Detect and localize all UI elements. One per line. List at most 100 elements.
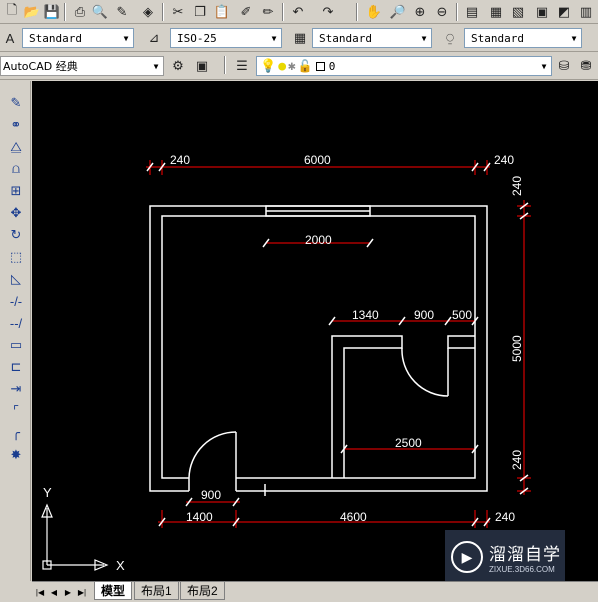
preview-icon[interactable]: 🔍 — [90, 2, 110, 22]
stretch-icon[interactable]: ◺ — [6, 269, 26, 289]
dim-text-900-door: 900 — [201, 488, 221, 502]
autocad-window: 🗋 📂 💾 ⎙ 🔍 ✎ ◈ ✂ ❐ 📋 ✐ ✏ ↶ ↷ ✋ 🔎 ⊕ ⊖ ▤ ▦ … — [0, 0, 598, 602]
layer-color-swatch[interactable] — [315, 61, 325, 71]
dim-text-6000: 6000 — [304, 153, 331, 167]
tab-layout1[interactable]: 布局1 — [134, 582, 179, 600]
tab-model[interactable]: 模型 — [94, 582, 133, 600]
dim-style-icon[interactable]: ⊿ — [144, 28, 164, 48]
dim-text-240-right-top: 240 — [510, 176, 524, 196]
paste-icon[interactable]: 📋 — [212, 2, 232, 22]
door-swing-arc — [188, 431, 237, 479]
trim-icon[interactable]: -/- — [6, 291, 26, 311]
separator — [282, 3, 284, 21]
multileader-style-select[interactable]: Standard ▼ — [464, 28, 582, 48]
inner-room-wall — [331, 335, 403, 478]
matchprop-icon[interactable]: ✐ — [236, 2, 256, 22]
join-icon[interactable]: ⇥ — [6, 379, 26, 399]
lock-icon[interactable]: 🔓 — [298, 59, 313, 73]
next-tab-icon[interactable]: ▶ — [62, 585, 74, 599]
copy-object-icon[interactable]: ⚭ — [6, 115, 26, 135]
zoom-window-icon[interactable]: ⊕ — [410, 2, 430, 22]
workspace-settings-icon[interactable]: ⚙ — [168, 56, 188, 76]
layer-select[interactable]: 💡 ● ✱ 🔓 0 ▼ — [256, 56, 552, 76]
scale-icon[interactable]: ⬚ — [6, 247, 26, 267]
separator — [456, 3, 458, 21]
plot-icon[interactable]: ⎙ — [70, 2, 90, 22]
prev-tab-icon[interactable]: ◀ — [48, 585, 60, 599]
first-tab-icon[interactable]: |◀ — [34, 585, 46, 599]
mirror-icon[interactable]: ⧋ — [6, 137, 26, 157]
chamfer-icon[interactable]: ⌜ — [6, 401, 26, 421]
standard-toolbar: 🗋 📂 💾 ⎙ 🔍 ✎ ◈ ✂ ❐ 📋 ✐ ✏ ↶ ↷ ✋ 🔎 ⊕ ⊖ ▤ ▦ … — [0, 0, 598, 24]
quickcalc-icon[interactable]: ▥ — [576, 2, 596, 22]
make-layer-current-icon[interactable]: ⛁ — [554, 56, 574, 76]
separator — [356, 3, 358, 21]
layer-previous-icon[interactable]: ⛃ — [576, 56, 596, 76]
chevron-down-icon[interactable]: ▼ — [537, 57, 551, 75]
publish-icon[interactable]: ✎ — [112, 2, 132, 22]
new-icon[interactable]: 🗋 — [2, 2, 22, 22]
copy-icon[interactable]: ❐ — [190, 2, 210, 22]
designcenter-icon[interactable]: ▦ — [486, 2, 506, 22]
text-style-icon[interactable]: A — [0, 28, 20, 48]
dim-text-240-top-left: 240 — [170, 153, 190, 167]
toolpalettes-icon[interactable]: ▧ — [508, 2, 528, 22]
separator — [162, 3, 164, 21]
chevron-down-icon[interactable]: ▼ — [119, 29, 133, 47]
dim-text-240-top-right: 240 — [494, 153, 514, 167]
markup-icon[interactable]: ◩ — [554, 2, 574, 22]
save-icon[interactable]: 💾 — [42, 2, 62, 22]
last-tab-icon[interactable]: ▶| — [76, 585, 88, 599]
erase-icon[interactable]: ✎ — [6, 93, 26, 113]
fillet-icon[interactable]: ╭ — [6, 423, 26, 443]
chevron-down-icon[interactable]: ▼ — [149, 57, 163, 75]
sun-icon[interactable]: ● — [278, 59, 286, 74]
sheetset-icon[interactable]: ▣ — [532, 2, 552, 22]
multileader-style-value: Standard — [471, 31, 524, 45]
watermark-title: 溜溜自学 — [489, 545, 561, 565]
drawing-canvas[interactable]: 240 6000 240 240 5000 240 2000 1340 900 … — [32, 81, 598, 581]
break-at-point-icon[interactable]: ⊏ — [6, 357, 26, 377]
workspace-layers-toolbar: AutoCAD 经典 ▼ ⚙ ▣ ☰ 💡 ● ✱ 🔓 0 ▼ ⛁ ⛃ — [0, 53, 598, 80]
chevron-down-icon[interactable]: ▼ — [267, 29, 281, 47]
table-style-select[interactable]: Standard ▼ — [312, 28, 432, 48]
explode-icon[interactable]: ✸ — [6, 445, 26, 465]
workspace-value: AutoCAD 经典 — [3, 60, 78, 73]
extend-icon[interactable]: --/ — [6, 313, 26, 333]
layer-properties-icon[interactable]: ☰ — [232, 56, 252, 76]
text-style-value: Standard — [29, 31, 82, 45]
chevron-down-icon[interactable]: ▼ — [417, 29, 431, 47]
rotate-icon[interactable]: ↻ — [6, 225, 26, 245]
dim-style-select[interactable]: ISO-25 ▼ — [170, 28, 282, 48]
redo-icon[interactable]: ↷ — [318, 2, 338, 22]
inner-wall — [161, 215, 476, 479]
cut-icon[interactable]: ✂ — [168, 2, 188, 22]
dim-style-value: ISO-25 — [177, 31, 217, 45]
workspace-select[interactable]: AutoCAD 经典 ▼ — [0, 56, 164, 76]
multileader-style-icon[interactable]: ⍜ — [440, 28, 460, 48]
zoom-realtime-icon[interactable]: 🔎 — [388, 2, 408, 22]
layer-name: 0 — [328, 59, 336, 73]
blockeditor-icon[interactable]: ✏ — [258, 2, 278, 22]
array-icon[interactable]: ⊞ — [6, 181, 26, 201]
offset-icon[interactable]: ⩍ — [6, 159, 26, 179]
chevron-down-icon[interactable]: ▼ — [567, 29, 581, 47]
save-workspace-icon[interactable]: ▣ — [192, 56, 212, 76]
zoom-previous-icon[interactable]: ⊖ — [432, 2, 452, 22]
table-style-icon[interactable]: ▦ — [290, 28, 310, 48]
move-icon[interactable]: ✥ — [6, 203, 26, 223]
dim-text-2000: 2000 — [305, 233, 332, 247]
pan-icon[interactable]: ✋ — [364, 2, 384, 22]
break-icon[interactable]: ▭ — [6, 335, 26, 355]
styles-toolbar: A Standard ▼ ⊿ ISO-25 ▼ ▦ Standard ▼ ⍜ S… — [0, 25, 598, 52]
dim-text-900-inner: 900 — [414, 308, 434, 322]
lightbulb-icon[interactable]: 💡 — [260, 59, 276, 74]
text-style-select[interactable]: Standard ▼ — [22, 28, 134, 48]
properties-icon[interactable]: ▤ — [462, 2, 482, 22]
3d-icon[interactable]: ◈ — [138, 2, 158, 22]
open-icon[interactable]: 📂 — [22, 2, 42, 22]
tab-layout2[interactable]: 布局2 — [180, 582, 225, 600]
undo-icon[interactable]: ↶ — [288, 2, 308, 22]
layout-tab-bar: |◀ ◀ ▶ ▶| 模型 布局1 布局2 — [32, 581, 598, 602]
viewport-freeze-icon[interactable]: ✱ — [288, 59, 296, 74]
